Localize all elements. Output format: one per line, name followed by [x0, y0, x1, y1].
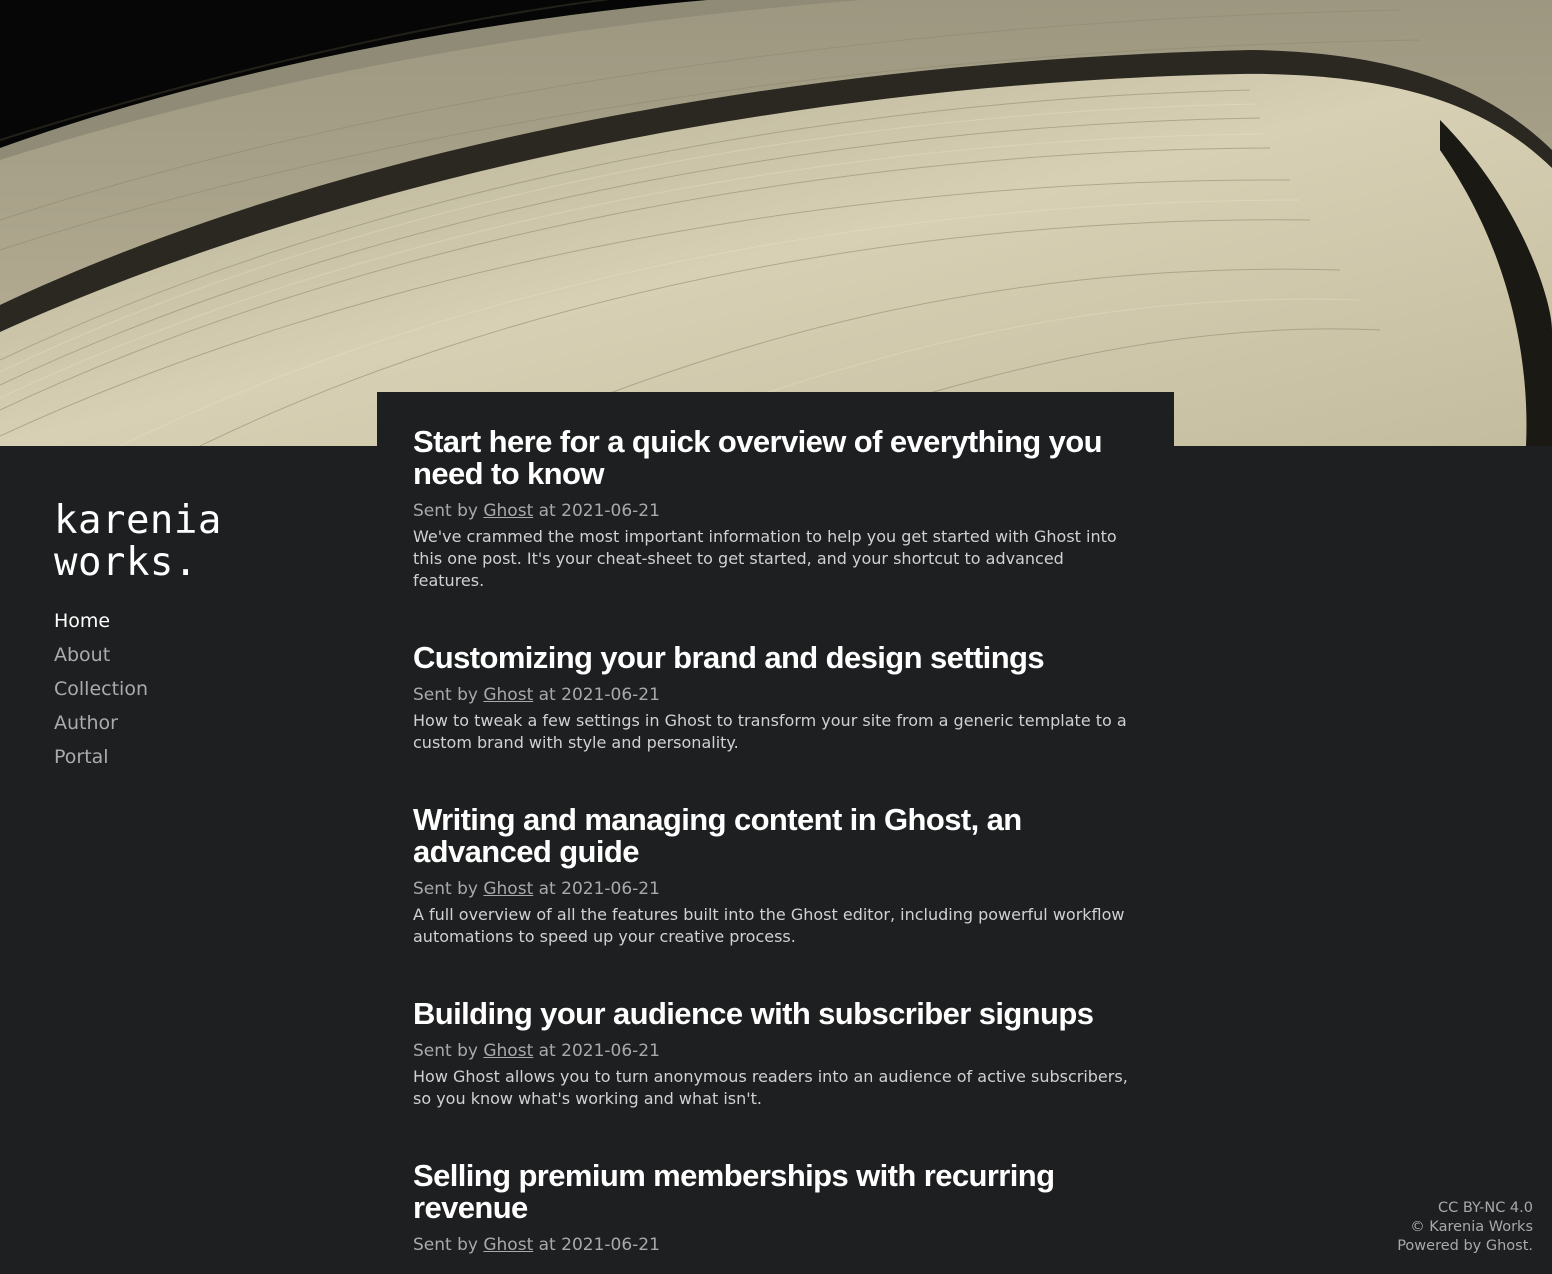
post-date: 2021-06-21 [561, 685, 660, 705]
post-meta: Sent by Ghost at 2021-06-21 [413, 1039, 1138, 1063]
meta-prefix: Sent by [413, 1041, 478, 1061]
meta-mid: at [538, 1235, 556, 1255]
post-feed: Start here for a quick overview of every… [377, 392, 1174, 1274]
post-title[interactable]: Start here for a quick overview of every… [413, 426, 1138, 490]
post-author-link[interactable]: Ghost [483, 1041, 533, 1061]
post-title[interactable]: Writing and managing content in Ghost, a… [413, 804, 1138, 868]
post-meta: Sent by Ghost at 2021-06-21 [413, 683, 1138, 707]
powered-by-link[interactable]: Powered by Ghost. [1397, 1238, 1533, 1254]
post-card: Customizing your brand and design settin… [413, 642, 1138, 754]
post-meta: Sent by Ghost at 2021-06-21 [413, 1233, 1138, 1257]
post-excerpt: A full overview of all the features buil… [413, 905, 1125, 946]
meta-prefix: Sent by [413, 1235, 478, 1255]
post-excerpt: We've crammed the most important informa… [413, 527, 1117, 590]
license-text: CC BY-NC 4.0 [1437, 1200, 1533, 1216]
sidebar: karenia works. Home About Collection Aut… [54, 500, 354, 774]
nav-link-collection[interactable]: Collection [54, 678, 148, 700]
post-excerpt: How to tweak a few settings in Ghost to … [413, 711, 1127, 752]
post-title[interactable]: Selling premium memberships with recurri… [413, 1160, 1138, 1224]
post-card: Start here for a quick overview of every… [413, 426, 1138, 592]
copyright-text: © Karenia Works [1410, 1219, 1533, 1235]
meta-prefix: Sent by [413, 879, 478, 899]
post-date: 2021-06-21 [561, 1041, 660, 1061]
post-card: Selling premium memberships with recurri… [413, 1160, 1138, 1257]
meta-mid: at [538, 501, 556, 521]
nav-item-collection: Collection [54, 672, 354, 706]
nav-item-home: Home [54, 604, 354, 638]
post-author-link[interactable]: Ghost [483, 879, 533, 899]
post-author-link[interactable]: Ghost [483, 685, 533, 705]
post-title[interactable]: Building your audience with subscriber s… [413, 998, 1138, 1030]
main-nav: Home About Collection Author Portal [54, 604, 354, 774]
site-footer: CC BY-NC 4.0 © Karenia Works Powered by … [1397, 1199, 1533, 1256]
post-card: Writing and managing content in Ghost, a… [413, 804, 1138, 948]
nav-item-author: Author [54, 706, 354, 740]
post-card: Building your audience with subscriber s… [413, 998, 1138, 1110]
meta-prefix: Sent by [413, 501, 478, 521]
nav-link-author[interactable]: Author [54, 712, 118, 734]
post-meta: Sent by Ghost at 2021-06-21 [413, 877, 1138, 901]
nav-item-about: About [54, 638, 354, 672]
nav-item-portal: Portal [54, 740, 354, 774]
meta-prefix: Sent by [413, 685, 478, 705]
post-title[interactable]: Customizing your brand and design settin… [413, 642, 1138, 674]
post-date: 2021-06-21 [561, 501, 660, 521]
meta-mid: at [538, 685, 556, 705]
nav-link-home[interactable]: Home [54, 610, 110, 632]
nav-link-about[interactable]: About [54, 644, 110, 666]
meta-mid: at [538, 879, 556, 899]
post-author-link[interactable]: Ghost [483, 501, 533, 521]
site-title[interactable]: karenia works. [54, 500, 354, 584]
post-author-link[interactable]: Ghost [483, 1235, 533, 1255]
post-meta: Sent by Ghost at 2021-06-21 [413, 499, 1138, 523]
meta-mid: at [538, 1041, 556, 1061]
saturn-rings-image [0, 0, 1552, 446]
post-date: 2021-06-21 [561, 1235, 660, 1255]
post-excerpt: How Ghost allows you to turn anonymous r… [413, 1067, 1128, 1108]
post-date: 2021-06-21 [561, 879, 660, 899]
nav-link-portal[interactable]: Portal [54, 746, 109, 768]
hero-banner [0, 0, 1552, 446]
